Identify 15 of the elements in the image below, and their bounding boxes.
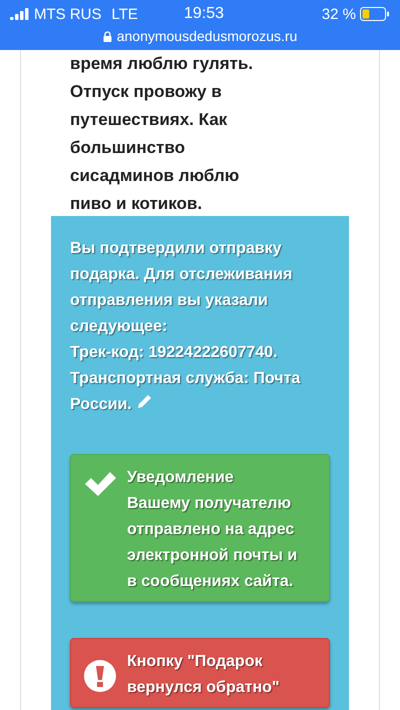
signal-icon [10,8,30,20]
network-type: LTE [112,6,138,22]
carrier-name: MTS RUS [34,6,102,22]
profile-description: время люблю гулять. Отпуск провожу в путешествиях. Как большинство сисадминов люблю пиво и котиков. [69,53,254,215]
confirmation-message: Вы подтвердили отправку подарка. Для отслеживания отправления вы указали следующее: Трек-код: 19224222607740. Транспортная служба: Почта России. [70,239,302,415]
battery-icon [360,7,390,21]
page-url[interactable]: anonymousdedusmorozus.ru [116,28,298,44]
clock-time: 19:53 [184,5,224,23]
battery-percent: 32 % [322,6,356,22]
check-icon [83,469,117,497]
alert-message: Кнопку "Подарок вернулся обратно" [127,652,280,698]
pencil-icon[interactable] [136,394,152,410]
alert-message: Уведомление Вашему получателю отправлено на адрес электронной почты и в сообщениях сайта. [127,468,298,592]
lock-icon [102,30,112,42]
exclamation-icon [83,659,117,693]
